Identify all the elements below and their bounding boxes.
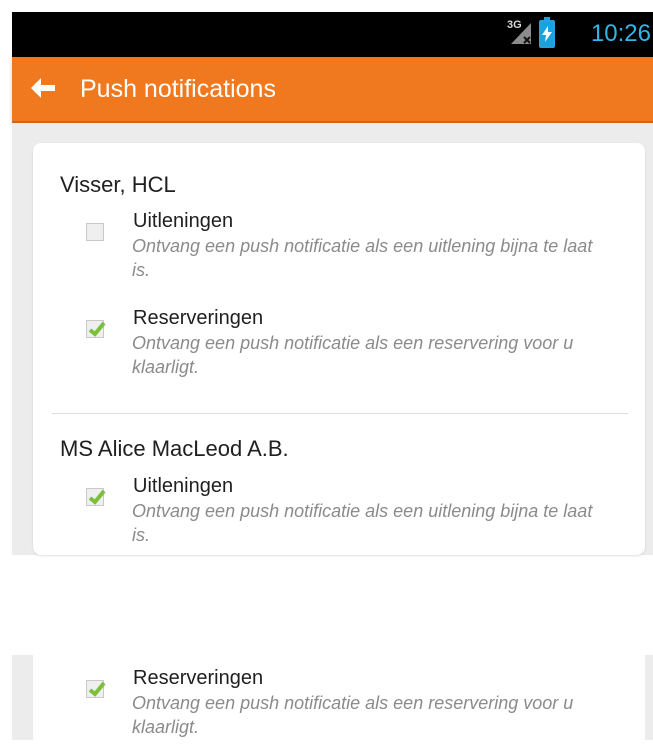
pref-description: Ontvang een push notificatie als een uit… xyxy=(132,501,593,545)
pref-item-reserveringen-account-1[interactable]: Reserveringen Ontvang een push notificat… xyxy=(86,306,606,386)
checkmark-icon xyxy=(88,321,106,337)
pref-title: Reserveringen xyxy=(133,667,264,689)
page-title: Push notifications xyxy=(80,75,276,103)
pref-title: Reserveringen xyxy=(133,307,264,329)
checkbox-checked[interactable] xyxy=(86,680,106,698)
checkmark-icon xyxy=(88,681,106,697)
checkmark-icon xyxy=(88,489,106,505)
pref-item-uitleningen-account-1[interactable]: Uitleningen Ontvang een push notificatie… xyxy=(86,209,606,289)
network-type-label: 3G xyxy=(507,19,522,31)
checkbox-unchecked[interactable] xyxy=(86,223,104,241)
pref-title: Uitleningen xyxy=(133,475,234,497)
pref-description: Ontvang een push notificatie als een uit… xyxy=(132,236,593,280)
pref-title: Uitleningen xyxy=(133,210,234,232)
checkbox-checked[interactable] xyxy=(86,320,106,338)
pref-item-uitleningen-account-2[interactable]: Uitleningen Ontvang een push notificatie… xyxy=(86,474,606,554)
action-bar: Push notifications xyxy=(12,57,653,123)
battery-charging-icon xyxy=(539,17,555,48)
back-button[interactable] xyxy=(22,67,68,111)
pref-description: Ontvang een push notificatie als een res… xyxy=(132,693,574,737)
arrow-left-icon xyxy=(31,78,55,98)
account-title: Visser, HCL xyxy=(60,172,176,197)
account-title: MS Alice MacLeod A.B. xyxy=(60,436,289,461)
status-time: 10:26 xyxy=(590,20,651,47)
pref-description: Ontvang een push notificatie als een res… xyxy=(132,333,574,377)
signal-icon: 3G xyxy=(507,19,535,47)
status-bar: 3G 10:26 xyxy=(12,12,653,57)
pref-item-reserveringen-account-2[interactable]: Reserveringen Ontvang een push notificat… xyxy=(86,666,606,746)
checkbox-checked[interactable] xyxy=(86,488,106,506)
section-divider xyxy=(52,413,628,414)
